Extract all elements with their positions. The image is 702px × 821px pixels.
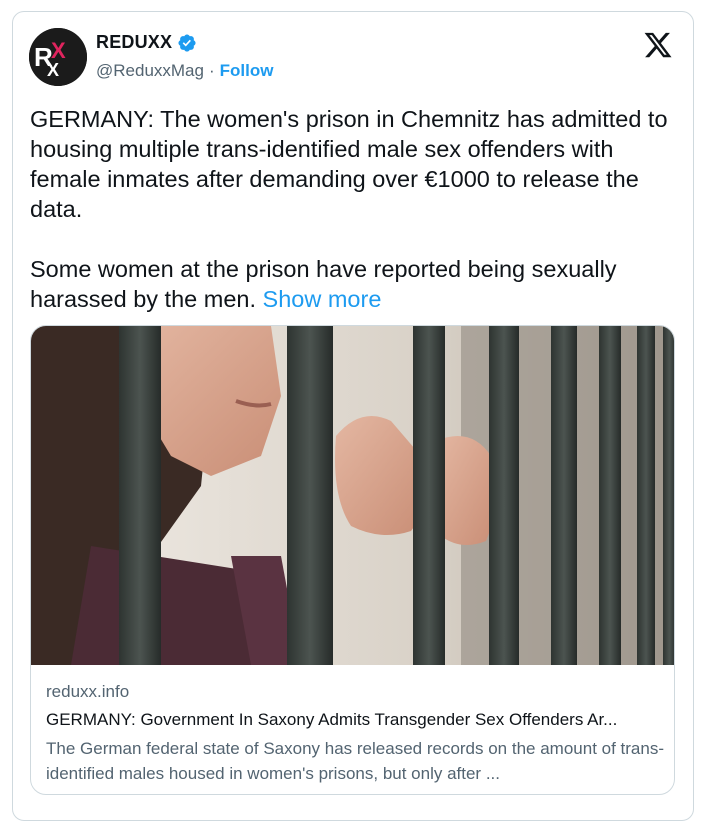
separator-dot: · <box>208 61 215 80</box>
article-image[interactable] <box>31 326 674 665</box>
show-more-link[interactable]: Show more <box>263 286 382 312</box>
tweet-text: GERMANY: The women's prison in Chemnitz … <box>30 104 680 314</box>
author-handle[interactable]: @ReduxxMag <box>96 61 204 81</box>
link-description[interactable]: The German federal state of Saxony has r… <box>46 736 666 786</box>
verified-badge-icon <box>177 33 197 53</box>
follow-button[interactable]: Follow <box>220 61 274 81</box>
author-name[interactable]: REDUXX <box>96 32 172 53</box>
svg-text:X: X <box>47 60 59 80</box>
link-preview-card[interactable]: reduxx.info GERMANY: Government In Saxon… <box>30 325 675 795</box>
handle-row: @ReduxxMag · Follow <box>96 61 273 81</box>
link-title[interactable]: GERMANY: Government In Saxony Admits Tra… <box>46 710 666 730</box>
x-logo-icon[interactable] <box>643 30 673 60</box>
link-domain[interactable]: reduxx.info <box>46 682 129 702</box>
tweet-body: GERMANY: The women's prison in Chemnitz … <box>30 106 668 312</box>
avatar[interactable]: R X X <box>29 28 87 86</box>
author-name-row[interactable]: REDUXX <box>96 32 197 53</box>
